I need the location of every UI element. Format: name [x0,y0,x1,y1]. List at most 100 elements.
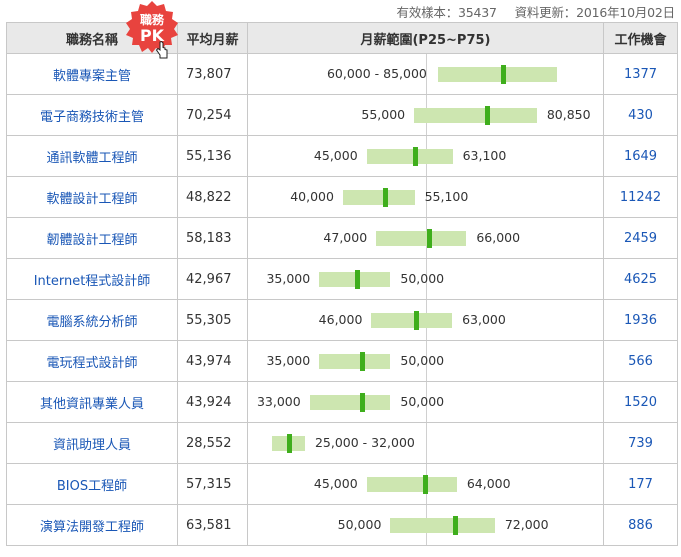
salary-range-cell: 25,000 - 32,000 [247,422,604,464]
table-body: 軟體專案主管 73,807 60,000 - 85,000 1377 電子商務技術主管 7… [6,53,678,546]
job-openings-cell: 1377 [603,53,678,95]
job-openings-link[interactable]: 1377 [624,67,657,82]
job-name-link[interactable]: 演算法開發工程師 [40,520,144,535]
job-name-link[interactable]: 軟體專案主管 [53,69,131,84]
salary-p75-label: 63,000 [462,312,506,327]
salary-p25-label: 45,000 [313,148,358,163]
salary-p75-label: 72,000 [504,517,549,532]
column-header-avg: 平均月薪 [177,22,248,54]
job-openings-link[interactable]: 177 [628,477,653,492]
job-name-link[interactable]: 韌體設計工程師 [46,233,137,248]
salary-range-label: 60,000 - 85,000 [326,66,427,81]
job-name-cell: 韌體設計工程師 [6,217,178,259]
job-name-cell: 電子商務技術主管 [6,94,178,136]
avg-salary-cell: 58,183 [177,217,248,259]
job-name-link[interactable]: Internet程式設計師 [34,274,151,289]
average-salary-marker [359,393,365,412]
column-header-name-label: 職務名稱 [65,32,118,48]
table-header-row: 職務名稱 平均月薪 月薪範圍(P25~P75) 工作機會 [6,22,678,54]
job-openings-cell: 11242 [603,176,678,218]
job-name-cell: 通訊軟體工程師 [6,135,178,177]
table-row: 電玩程式設計師 43,974 35,000 50,000 566 [6,340,678,382]
table-row: 軟體設計工程師 48,822 40,000 55,100 11242 [6,176,678,218]
salary-p25-label: 33,000 [256,394,301,409]
job-name-link[interactable]: 軟體設計工程師 [46,192,137,207]
job-name-link[interactable]: 資訊助理人員 [53,438,131,453]
table-row: 資訊助理人員 28,552 25,000 - 32,000 739 [6,422,678,464]
table-row: 演算法開發工程師 63,581 50,000 72,000 886 [6,504,678,546]
salary-range-bar [319,354,391,369]
table-row: 其他資訊專業人員 43,924 33,000 50,000 1520 [6,381,678,423]
salary-range-cell: 45,000 63,100 [247,135,604,177]
job-openings-link[interactable]: 886 [628,518,653,533]
job-name-cell: BIOS工程師 [6,463,178,505]
job-name-link[interactable]: 電腦系統分析師 [46,315,137,330]
job-openings-cell: 1649 [603,135,678,177]
salary-range-label: 25,000 - 32,000 [314,435,415,450]
salary-p75-label: 55,100 [424,189,469,204]
job-name-cell: 電玩程式設計師 [6,340,178,382]
job-openings-cell: 177 [603,463,678,505]
average-salary-marker [413,311,419,330]
hand-cursor-icon [155,41,168,59]
salary-range-cell: 33,000 50,000 [247,381,604,423]
salary-p25-label: 35,000 [266,353,311,368]
job-pk-badge[interactable]: 職務 PK [125,0,179,54]
job-openings-link[interactable]: 4625 [624,272,657,287]
job-openings-link[interactable]: 739 [628,436,653,451]
salary-p75-label: 64,000 [466,476,511,491]
avg-salary-cell: 48,822 [177,176,248,218]
salary-range-bar [376,231,467,246]
job-openings-link[interactable]: 1520 [624,395,657,410]
job-openings-link[interactable]: 1649 [624,149,657,164]
job-openings-link[interactable]: 1936 [624,313,657,328]
job-name-link[interactable]: 電玩程式設計師 [46,356,137,371]
salary-range-bar [342,190,415,205]
job-openings-cell: 566 [603,340,678,382]
salary-range-bar [390,518,495,533]
job-name-link[interactable]: 其他資訊專業人員 [40,397,144,412]
job-openings-cell: 739 [603,422,678,464]
table-row: Internet程式設計師 42,967 35,000 50,000 4625 [6,258,678,300]
average-salary-marker [484,106,490,125]
job-name-link[interactable]: BIOS工程師 [57,479,127,494]
avg-salary-cell: 28,552 [177,422,248,464]
average-salary-marker [286,434,292,453]
salary-p25-label: 40,000 [290,189,334,204]
job-name-link[interactable]: 電子商務技術主管 [40,110,144,125]
salary-p75-label: 50,000 [400,353,445,368]
average-salary-marker [501,65,507,84]
avg-salary-cell: 57,315 [177,463,248,505]
salary-range-cell: 46,000 63,000 [247,299,604,341]
job-name-cell: Internet程式設計師 [6,258,178,300]
job-openings-cell: 886 [603,504,678,546]
update-date: 資料更新：2016年10月02日 [514,5,676,20]
job-openings-link[interactable]: 11242 [620,190,661,205]
job-openings-link[interactable]: 430 [628,108,653,123]
table-row: 通訊軟體工程師 55,136 45,000 63,100 1649 [6,135,678,177]
job-openings-link[interactable]: 566 [628,354,653,369]
salary-p25-label: 45,000 [313,476,358,491]
salary-range-bar [437,67,557,82]
job-openings-link[interactable]: 2459 [624,231,657,246]
avg-salary-cell: 55,305 [177,299,248,341]
average-salary-marker [423,475,429,494]
salary-p75-label: 50,000 [400,271,445,286]
job-name-link[interactable]: 通訊軟體工程師 [46,151,137,166]
salary-p25-label: 50,000 [337,517,382,532]
table-row: 電子商務技術主管 70,254 55,000 80,850 430 [6,94,678,136]
job-openings-cell: 430 [603,94,678,136]
pk-badge-line1: 職務 [140,12,165,27]
salary-range-cell: 55,000 80,850 [247,94,604,136]
column-header-range: 月薪範圍(P25~P75) [247,22,604,54]
salary-range-bar [414,108,537,123]
job-openings-cell: 2459 [603,217,678,259]
salary-range-cell: 47,000 66,000 [247,217,604,259]
average-salary-marker [427,229,433,248]
salary-range-bar [309,395,391,410]
salary-p75-label: 63,100 [462,148,507,163]
job-openings-cell: 1520 [603,381,678,423]
salary-p25-label: 47,000 [323,230,368,245]
table-row: 電腦系統分析師 55,305 46,000 63,000 1936 [6,299,678,341]
salary-p25-label: 46,000 [318,312,363,327]
